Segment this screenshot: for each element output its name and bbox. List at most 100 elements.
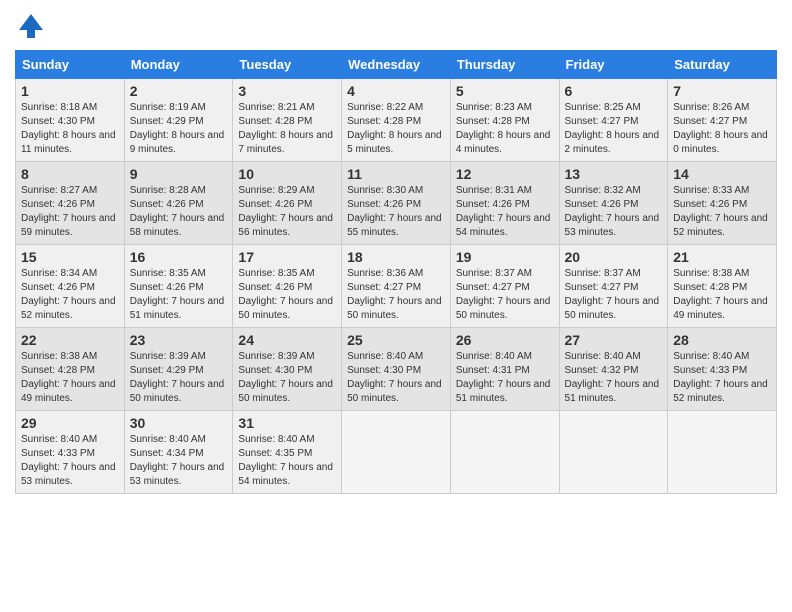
calendar-cell: 28 Sunrise: 8:40 AMSunset: 4:33 PMDayligh… (668, 328, 777, 411)
day-number: 3 (238, 83, 336, 99)
calendar-cell: 6 Sunrise: 8:25 AMSunset: 4:27 PMDaylight… (559, 79, 668, 162)
day-info: Sunrise: 8:29 AMSunset: 4:26 PMDaylight:… (238, 184, 336, 240)
day-info: Sunrise: 8:35 AMSunset: 4:26 PMDaylight:… (130, 267, 228, 323)
day-number: 9 (130, 166, 228, 182)
page-header (15, 10, 777, 42)
calendar-cell: 18 Sunrise: 8:36 AMSunset: 4:27 PMDayligh… (342, 245, 451, 328)
day-number: 11 (347, 166, 445, 182)
day-info: Sunrise: 8:35 AMSunset: 4:26 PMDaylight:… (238, 267, 336, 323)
day-number: 31 (238, 415, 336, 431)
calendar-cell: 19 Sunrise: 8:37 AMSunset: 4:27 PMDayligh… (450, 245, 559, 328)
day-number: 24 (238, 332, 336, 348)
calendar-cell: 7 Sunrise: 8:26 AMSunset: 4:27 PMDaylight… (668, 79, 777, 162)
calendar-cell: 27 Sunrise: 8:40 AMSunset: 4:32 PMDayligh… (559, 328, 668, 411)
day-number: 18 (347, 249, 445, 265)
calendar-week-row: 1 Sunrise: 8:18 AMSunset: 4:30 PMDaylight… (16, 79, 777, 162)
day-number: 2 (130, 83, 228, 99)
logo (15, 10, 51, 42)
day-number: 17 (238, 249, 336, 265)
day-info: Sunrise: 8:19 AMSunset: 4:29 PMDaylight:… (130, 101, 228, 157)
day-number: 5 (456, 83, 554, 99)
calendar-cell: 3Sunrise: 8:21 AMSunset: 4:28 PMDaylight… (233, 79, 342, 162)
header-friday: Friday (559, 51, 668, 79)
day-info: Sunrise: 8:30 AMSunset: 4:26 PMDaylight:… (347, 184, 445, 240)
calendar-cell: 29 Sunrise: 8:40 AMSunset: 4:33 PMDayligh… (16, 411, 125, 494)
day-info: Sunrise: 8:27 AMSunset: 4:26 PMDaylight:… (21, 184, 119, 240)
day-number: 12 (456, 166, 554, 182)
day-info: Sunrise: 8:25 AMSunset: 4:27 PMDaylight:… (565, 101, 663, 157)
day-info: Sunrise: 8:39 AMSunset: 4:29 PMDaylight:… (130, 350, 228, 406)
calendar-cell: 24 Sunrise: 8:39 AMSunset: 4:30 PMDayligh… (233, 328, 342, 411)
calendar-cell: 15Sunrise: 8:34 AMSunset: 4:26 PMDayligh… (16, 245, 125, 328)
day-number: 8 (21, 166, 119, 182)
day-number: 10 (238, 166, 336, 182)
day-info: Sunrise: 8:40 AMSunset: 4:31 PMDaylight:… (456, 350, 554, 406)
day-number: 7 (673, 83, 771, 99)
calendar-cell: 20 Sunrise: 8:37 AMSunset: 4:27 PMDayligh… (559, 245, 668, 328)
calendar-cell: 14Sunrise: 8:33 AMSunset: 4:26 PMDayligh… (668, 162, 777, 245)
day-number: 21 (673, 249, 771, 265)
day-info: Sunrise: 8:39 AMSunset: 4:30 PMDaylight:… (238, 350, 336, 406)
day-info: Sunrise: 8:40 AMSunset: 4:30 PMDaylight:… (347, 350, 445, 406)
calendar-week-row: 15Sunrise: 8:34 AMSunset: 4:26 PMDayligh… (16, 245, 777, 328)
calendar-cell (668, 411, 777, 494)
day-number: 27 (565, 332, 663, 348)
header-monday: Monday (124, 51, 233, 79)
day-number: 16 (130, 249, 228, 265)
day-number: 29 (21, 415, 119, 431)
day-info: Sunrise: 8:40 AMSunset: 4:32 PMDaylight:… (565, 350, 663, 406)
day-number: 30 (130, 415, 228, 431)
day-number: 25 (347, 332, 445, 348)
header-wednesday: Wednesday (342, 51, 451, 79)
day-number: 28 (673, 332, 771, 348)
day-number: 22 (21, 332, 119, 348)
day-info: Sunrise: 8:28 AMSunset: 4:26 PMDaylight:… (130, 184, 228, 240)
day-info: Sunrise: 8:34 AMSunset: 4:26 PMDaylight:… (21, 267, 119, 323)
day-info: Sunrise: 8:38 AMSunset: 4:28 PMDaylight:… (673, 267, 771, 323)
day-info: Sunrise: 8:40 AMSunset: 4:35 PMDaylight:… (238, 433, 336, 489)
calendar-cell: 4Sunrise: 8:22 AMSunset: 4:28 PMDaylight… (342, 79, 451, 162)
day-info: Sunrise: 8:40 AMSunset: 4:33 PMDaylight:… (673, 350, 771, 406)
day-info: Sunrise: 8:36 AMSunset: 4:27 PMDaylight:… (347, 267, 445, 323)
calendar-cell: 13 Sunrise: 8:32 AMSunset: 4:26 PMDayligh… (559, 162, 668, 245)
calendar-cell: 12 Sunrise: 8:31 AMSunset: 4:26 PMDayligh… (450, 162, 559, 245)
header-sunday: Sunday (16, 51, 125, 79)
calendar-cell: 2 Sunrise: 8:19 AMSunset: 4:29 PMDaylight… (124, 79, 233, 162)
header-saturday: Saturday (668, 51, 777, 79)
calendar-cell: 23 Sunrise: 8:39 AMSunset: 4:29 PMDayligh… (124, 328, 233, 411)
calendar-cell: 1 Sunrise: 8:18 AMSunset: 4:30 PMDaylight… (16, 79, 125, 162)
day-info: Sunrise: 8:23 AMSunset: 4:28 PMDaylight:… (456, 101, 554, 157)
logo-icon (15, 10, 47, 42)
calendar-cell (450, 411, 559, 494)
day-info: Sunrise: 8:31 AMSunset: 4:26 PMDaylight:… (456, 184, 554, 240)
day-info: Sunrise: 8:32 AMSunset: 4:26 PMDaylight:… (565, 184, 663, 240)
day-info: Sunrise: 8:37 AMSunset: 4:27 PMDaylight:… (456, 267, 554, 323)
day-number: 13 (565, 166, 663, 182)
day-number: 23 (130, 332, 228, 348)
calendar-cell: 8 Sunrise: 8:27 AMSunset: 4:26 PMDaylight… (16, 162, 125, 245)
calendar-cell: 31 Sunrise: 8:40 AMSunset: 4:35 PMDayligh… (233, 411, 342, 494)
day-info: Sunrise: 8:33 AMSunset: 4:26 PMDaylight:… (673, 184, 771, 240)
day-info: Sunrise: 8:40 AMSunset: 4:33 PMDaylight:… (21, 433, 119, 489)
calendar-week-row: 8 Sunrise: 8:27 AMSunset: 4:26 PMDaylight… (16, 162, 777, 245)
day-info: Sunrise: 8:22 AMSunset: 4:28 PMDaylight:… (347, 101, 445, 157)
day-number: 1 (21, 83, 119, 99)
calendar-cell (342, 411, 451, 494)
day-number: 20 (565, 249, 663, 265)
header-thursday: Thursday (450, 51, 559, 79)
day-number: 19 (456, 249, 554, 265)
calendar-cell: 9 Sunrise: 8:28 AMSunset: 4:26 PMDaylight… (124, 162, 233, 245)
calendar-header-row: SundayMondayTuesdayWednesdayThursdayFrid… (16, 51, 777, 79)
day-info: Sunrise: 8:38 AMSunset: 4:28 PMDaylight:… (21, 350, 119, 406)
calendar-cell: 11 Sunrise: 8:30 AMSunset: 4:26 PMDayligh… (342, 162, 451, 245)
calendar-cell: 16 Sunrise: 8:35 AMSunset: 4:26 PMDayligh… (124, 245, 233, 328)
day-info: Sunrise: 8:37 AMSunset: 4:27 PMDaylight:… (565, 267, 663, 323)
calendar-week-row: 29 Sunrise: 8:40 AMSunset: 4:33 PMDayligh… (16, 411, 777, 494)
day-number: 6 (565, 83, 663, 99)
calendar-cell: 10 Sunrise: 8:29 AMSunset: 4:26 PMDayligh… (233, 162, 342, 245)
calendar-cell: 22 Sunrise: 8:38 AMSunset: 4:28 PMDayligh… (16, 328, 125, 411)
calendar-cell: 17 Sunrise: 8:35 AMSunset: 4:26 PMDayligh… (233, 245, 342, 328)
day-info: Sunrise: 8:26 AMSunset: 4:27 PMDaylight:… (673, 101, 771, 157)
calendar-cell: 30Sunrise: 8:40 AMSunset: 4:34 PMDayligh… (124, 411, 233, 494)
day-info: Sunrise: 8:18 AMSunset: 4:30 PMDaylight:… (21, 101, 119, 157)
